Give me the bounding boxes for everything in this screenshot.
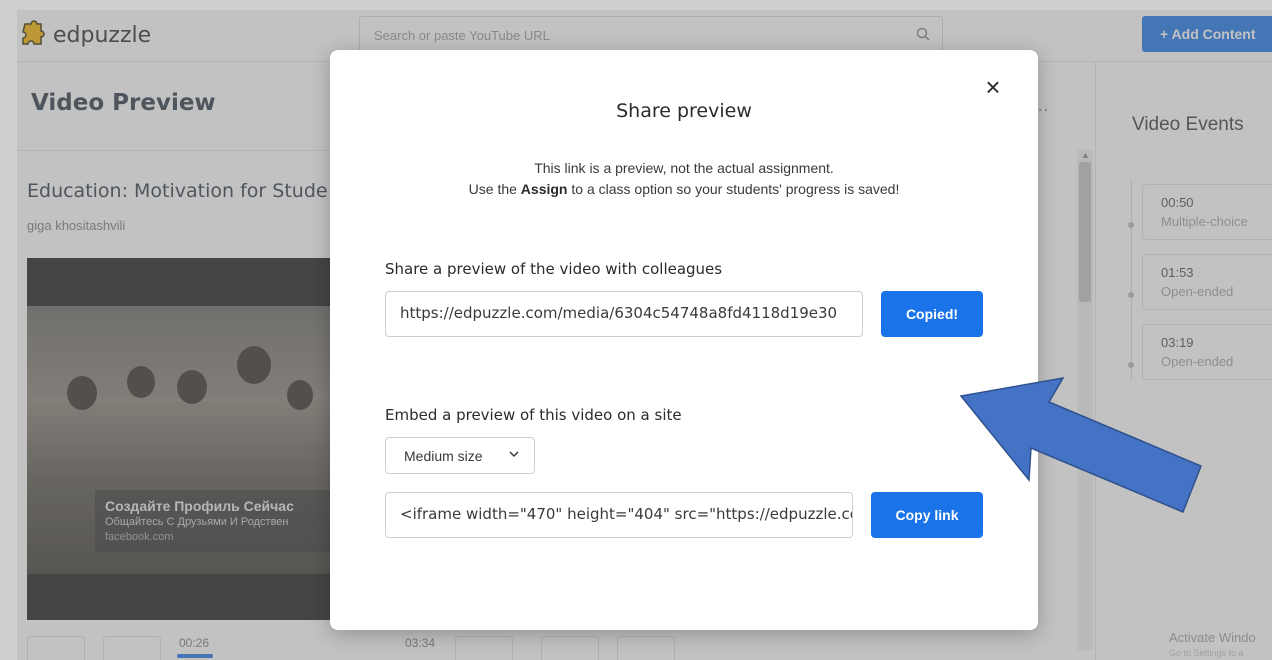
embed-section-label: Embed a preview of this video on a site [385,406,682,424]
assign-emphasis: Assign [520,181,568,197]
share-url-field[interactable]: https://edpuzzle.com/media/6304c54748a8f… [385,291,863,337]
desc-text: Use the [468,181,521,197]
share-preview-modal: × Share preview This link is a preview, … [330,50,1038,630]
desc-line-1: This link is a preview, not the actual a… [534,160,834,176]
embed-code-field[interactable]: <iframe width="470" height="404" src="ht… [385,492,853,538]
annotation-arrow [959,376,1202,513]
desc-text: to a class option so your students' prog… [567,181,900,197]
modal-description: This link is a preview, not the actual a… [330,158,1038,200]
chevron-down-icon [509,451,519,458]
activate-windows-subtext: Go to Settings to a [1169,648,1244,658]
modal-title: Share preview [616,100,752,122]
share-section-label: Share a preview of the video with collea… [385,260,723,278]
size-select-value: Medium size [404,448,483,464]
size-select[interactable]: Medium size [385,437,535,474]
copied-button[interactable]: Copied! [881,291,983,337]
close-icon[interactable]: × [980,74,1006,100]
desc-line-2: Use the Assign to a class option so your… [330,179,1038,200]
activate-windows-watermark: Activate Windo [1169,630,1256,645]
